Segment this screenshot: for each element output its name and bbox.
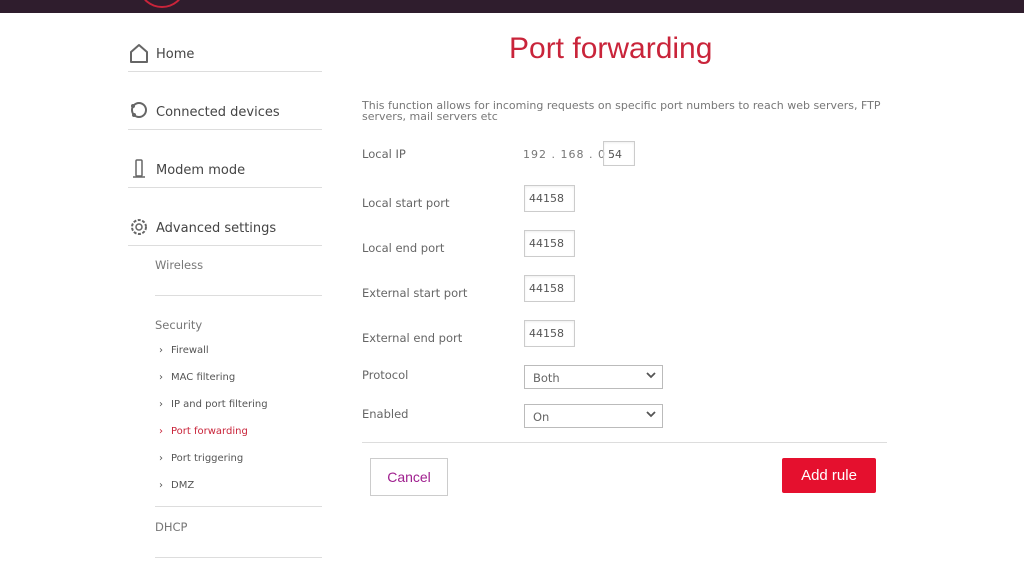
external-end-port-label: External end port <box>362 331 463 345</box>
local-start-port-input[interactable]: 44158 <box>524 185 575 212</box>
local-end-port-label: Local end port <box>362 241 445 255</box>
description: This function allows for incoming reques… <box>362 99 881 123</box>
nav-home[interactable]: Home <box>128 14 322 72</box>
modem-icon <box>133 159 145 178</box>
external-start-port-label: External start port <box>362 286 468 300</box>
chevron-down-icon <box>646 372 656 379</box>
nav-connected-devices[interactable]: Connected devices <box>128 72 322 130</box>
nav-label: Advanced settings <box>156 221 277 236</box>
nav-dhcp-label: DHCP <box>155 520 188 534</box>
enabled-label: Enabled <box>362 407 409 421</box>
external-start-port-input[interactable]: 44158 <box>524 275 575 302</box>
local-end-port-input[interactable]: 44158 <box>524 230 575 257</box>
chevron-right-icon: › <box>159 426 163 437</box>
nav-item-label: Port triggering <box>171 453 244 464</box>
nav-label: Modem mode <box>156 163 246 178</box>
local-ip-label: Local IP <box>362 147 406 161</box>
chevron-right-icon: › <box>159 372 163 383</box>
protocol-select[interactable]: Both <box>524 365 663 389</box>
devices-icon <box>131 102 147 118</box>
protocol-label: Protocol <box>362 368 409 382</box>
top-bar <box>0 0 1024 13</box>
divider <box>155 469 322 507</box>
nav-ip-port-filtering[interactable]: › IP and port filtering <box>159 399 268 410</box>
divider <box>362 442 887 443</box>
cancel-button[interactable]: Cancel <box>370 458 448 496</box>
nav-label: Home <box>156 47 195 62</box>
nav-advanced-settings[interactable]: Advanced settings <box>128 188 322 246</box>
add-rule-button[interactable]: Add rule <box>782 458 876 493</box>
nav-security-heading: Security <box>155 318 203 332</box>
nav-wireless-label: Wireless <box>155 258 204 272</box>
nav-firewall[interactable]: › Firewall <box>159 345 209 356</box>
enabled-value: On <box>533 410 550 424</box>
chevron-right-icon: › <box>159 399 163 410</box>
nav-modem-mode[interactable]: Modem mode <box>128 130 322 188</box>
nav-item-label: Firewall <box>171 345 209 356</box>
home-icon <box>130 44 148 63</box>
chevron-right-icon: › <box>159 345 163 356</box>
protocol-value: Both <box>533 371 560 385</box>
brand-logo[interactable] <box>140 0 184 8</box>
nav-item-label: Port forwarding <box>171 426 248 437</box>
chevron-right-icon: › <box>159 453 163 464</box>
nav-item-label: MAC filtering <box>171 372 236 383</box>
nav-label: Connected devices <box>156 105 280 120</box>
nav-mac-filtering[interactable]: › MAC filtering <box>159 372 235 383</box>
local-ip-last-octet-input[interactable]: 54 <box>603 141 635 166</box>
external-end-port-input[interactable]: 44158 <box>524 320 575 347</box>
chevron-down-icon <box>646 411 656 418</box>
local-start-port-label: Local start port <box>362 196 450 210</box>
nav-dhcp[interactable]: DHCP <box>155 520 322 558</box>
enabled-select[interactable]: On <box>524 404 663 428</box>
nav-port-forwarding[interactable]: › Port forwarding <box>159 426 248 437</box>
gear-icon <box>131 219 147 235</box>
ip-prefix: 192 . 168 . 0 . <box>523 148 615 161</box>
nav-port-triggering[interactable]: › Port triggering <box>159 453 243 464</box>
page-title: Port forwarding <box>509 32 713 65</box>
nav-item-label: IP and port filtering <box>171 399 268 410</box>
nav-wireless[interactable]: Wireless <box>155 258 322 296</box>
